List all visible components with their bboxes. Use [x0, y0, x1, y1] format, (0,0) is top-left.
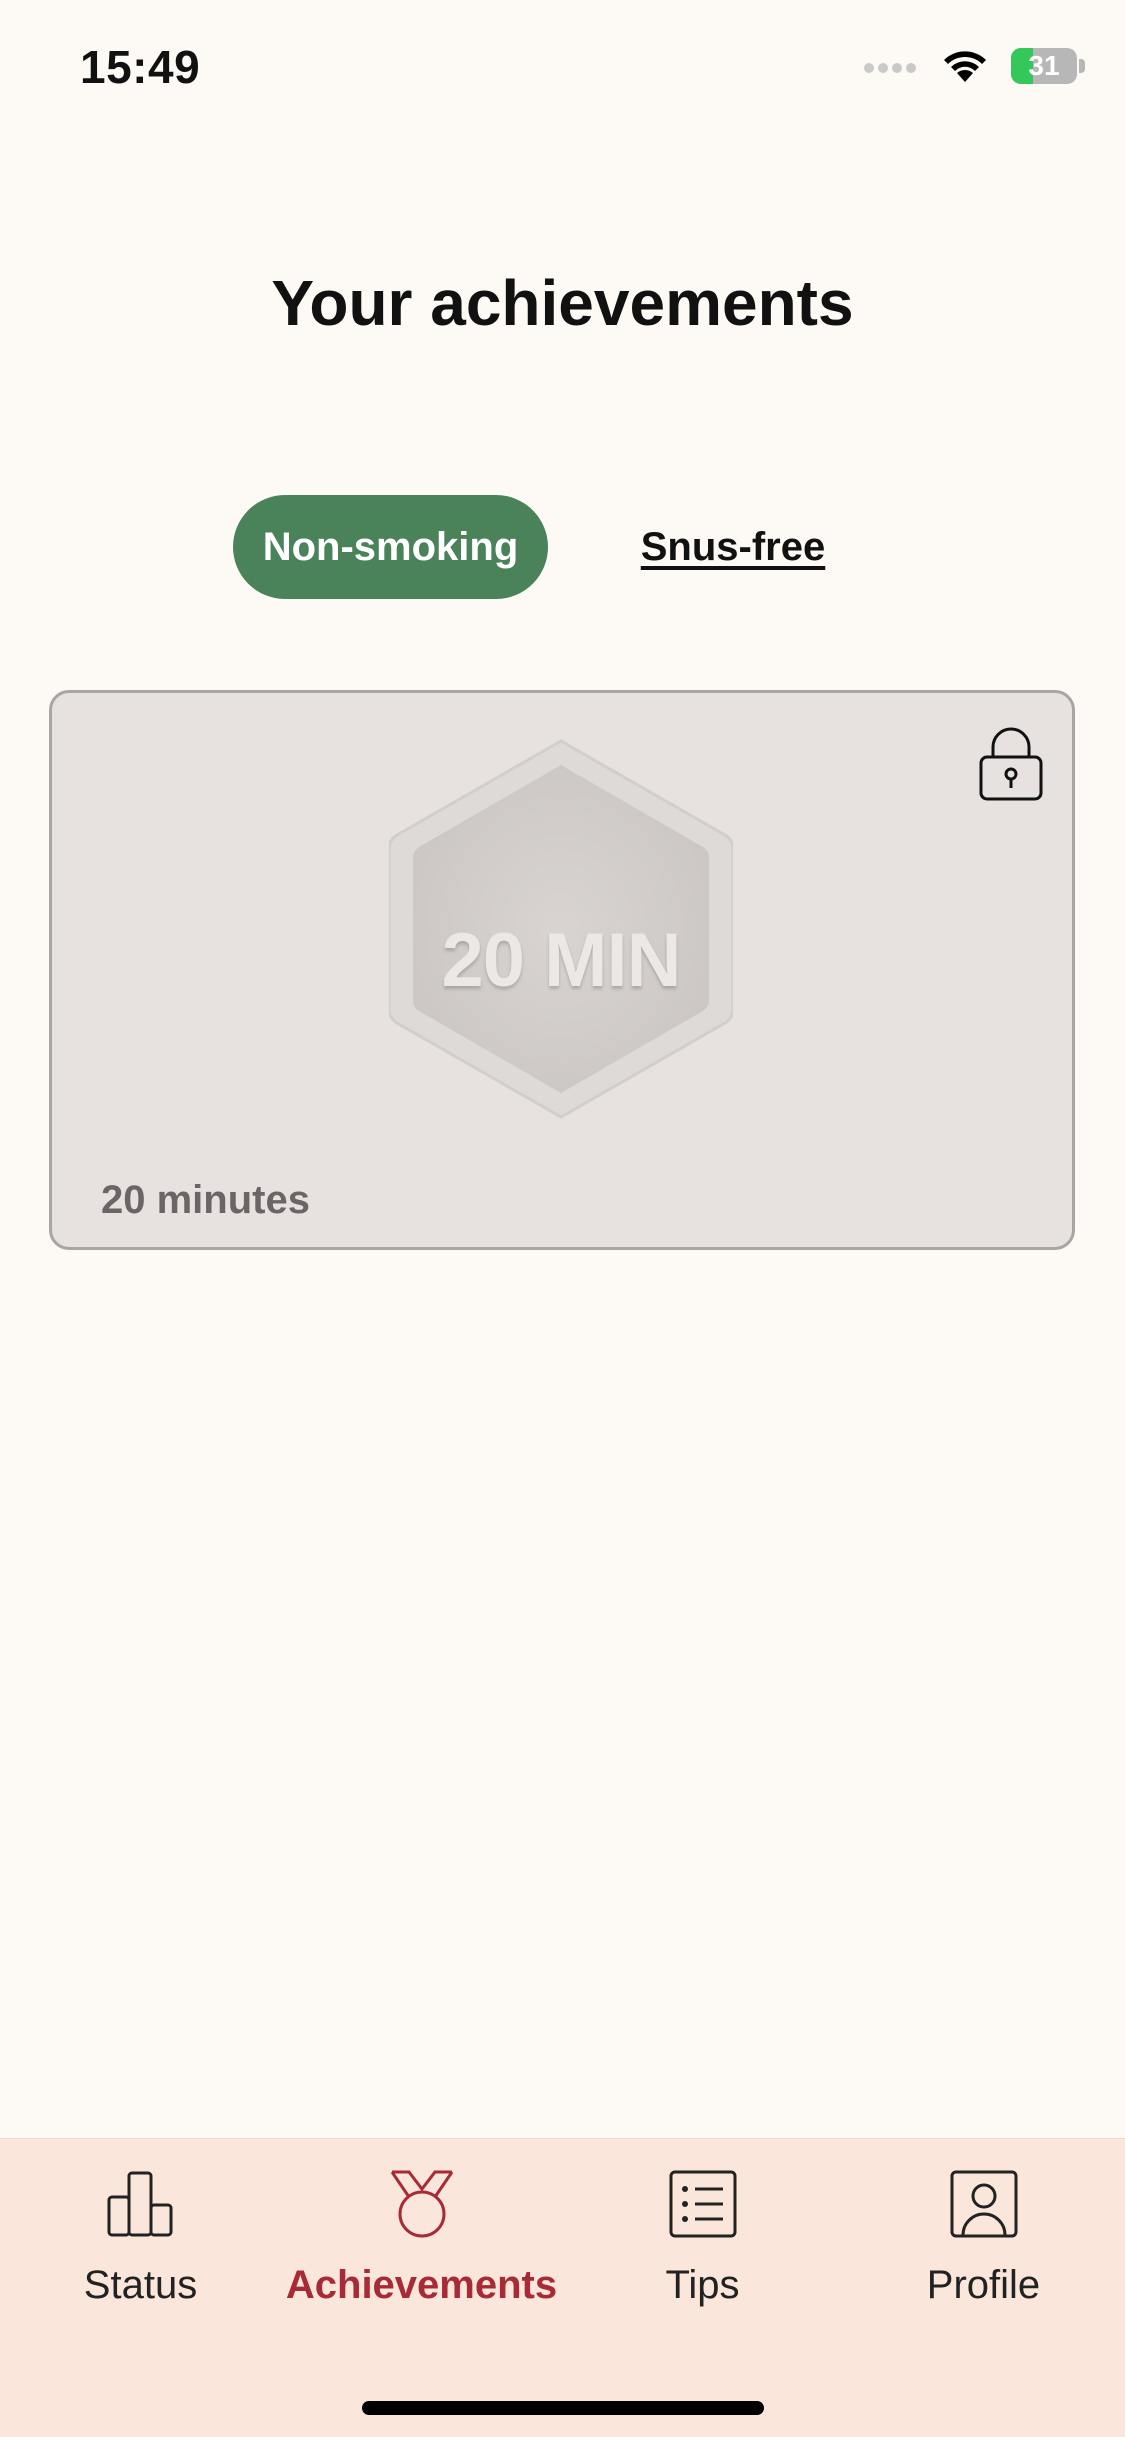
- list-icon: [669, 2170, 736, 2238]
- status-time: 15:49: [80, 41, 201, 93]
- nav-label-profile: Profile: [926, 2263, 1041, 2307]
- nav-label-achievements: Achievements: [285, 2263, 558, 2307]
- badge-text: 20 MIN: [441, 918, 682, 1003]
- status-bar: 15:49 31: [0, 0, 1125, 140]
- tab-snus-free[interactable]: Snus-free: [600, 495, 866, 599]
- battery-level: 31: [1028, 50, 1060, 81]
- nav-status[interactable]: Status: [0, 2169, 281, 2308]
- page-title: Your achievements: [271, 267, 854, 339]
- status-icons: 31: [863, 48, 1085, 84]
- achievement-label: 20 minutes: [101, 1178, 310, 1222]
- achievement-badge: 20 MIN: [387, 737, 735, 1121]
- battery-icon: 31: [1011, 48, 1077, 84]
- bar-chart-icon: [107, 2171, 172, 2237]
- achievement-card[interactable]: 20 MIN 20 minutes: [49, 690, 1075, 1250]
- tab-non-smoking[interactable]: Non-smoking: [233, 495, 548, 599]
- nav-achievements[interactable]: Achievements: [281, 2169, 562, 2308]
- wifi-icon: [944, 51, 986, 82]
- nav-tips[interactable]: Tips: [562, 2169, 843, 2308]
- lock-icon: [979, 727, 1043, 801]
- medal-icon: [390, 2170, 453, 2238]
- nav-label-tips: Tips: [665, 2263, 740, 2307]
- nav-profile[interactable]: Profile: [843, 2169, 1124, 2308]
- person-icon: [950, 2170, 1017, 2238]
- home-indicator[interactable]: [362, 2401, 764, 2415]
- category-tabs: Non-smoking Snus-free: [0, 495, 1125, 599]
- cellular-signal-icon: [864, 63, 916, 73]
- nav-label-status: Status: [83, 2263, 198, 2307]
- bottom-tab-bar: Status Achievements Tips Profile: [0, 2138, 1125, 2437]
